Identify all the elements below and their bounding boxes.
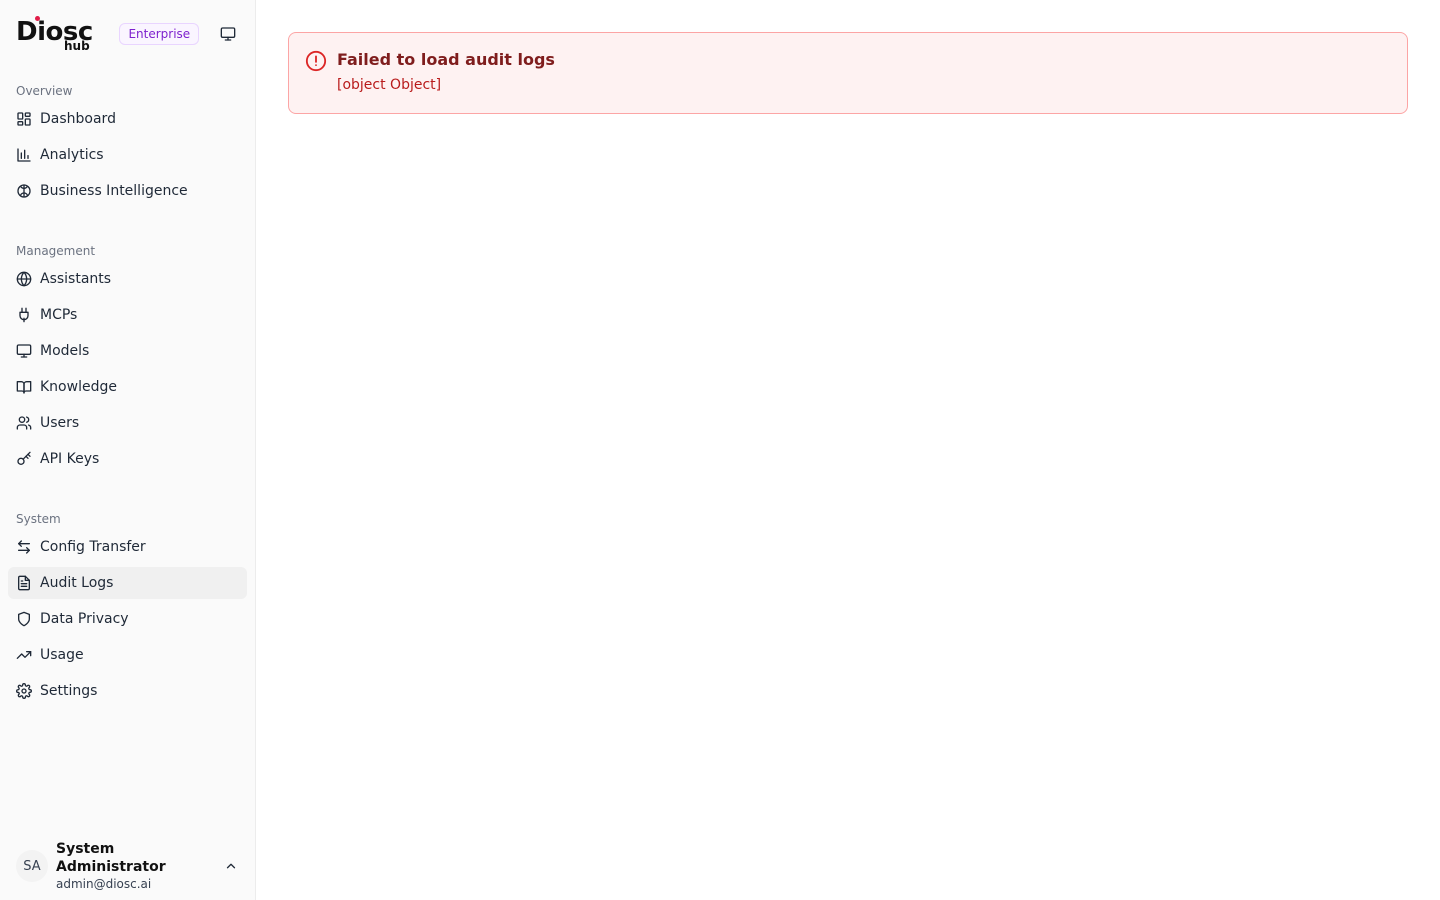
avatar: SA xyxy=(16,850,48,882)
nav-section-overview: Overview Dashboard Analytics Business In… xyxy=(0,81,255,211)
sidebar-item-label: API Keys xyxy=(40,451,100,467)
file-text-icon xyxy=(16,575,32,591)
layout-grid-icon xyxy=(16,111,32,127)
monitor-icon[interactable] xyxy=(217,23,239,45)
key-icon xyxy=(16,451,32,467)
edition-badge: Enterprise xyxy=(119,23,200,45)
globe-icon xyxy=(16,271,32,287)
chevron-up-icon xyxy=(223,858,239,874)
sidebar-item-data-privacy[interactable]: Data Privacy xyxy=(8,603,247,635)
brain-icon xyxy=(16,183,32,199)
sidebar-item-label: Settings xyxy=(40,683,98,699)
section-label-system: System xyxy=(16,512,61,526)
sidebar-item-label: Config Transfer xyxy=(40,539,146,555)
sidebar-item-label: Usage xyxy=(40,647,84,663)
gear-icon xyxy=(16,683,32,699)
user-info: System Administrator admin@diosc.ai xyxy=(56,840,223,892)
alert-title: Failed to load audit logs xyxy=(337,50,555,69)
sidebar-item-config-transfer[interactable]: Config Transfer xyxy=(8,531,247,563)
sidebar: Diosc hub Enterprise Overview Dashboard … xyxy=(0,0,256,900)
bar-chart-icon xyxy=(16,147,32,163)
logo[interactable]: Diosc hub xyxy=(16,16,93,53)
sidebar-item-label: Assistants xyxy=(40,271,112,287)
alert-message: [object Object] xyxy=(337,77,442,93)
sidebar-item-api-keys[interactable]: API Keys xyxy=(8,443,247,475)
sidebar-item-label: Analytics xyxy=(40,147,104,163)
alert-body: Failed to load audit logs [object Object… xyxy=(337,49,555,97)
users-icon xyxy=(16,415,32,431)
sidebar-item-assistants[interactable]: Assistants xyxy=(8,263,247,295)
sidebar-header: Diosc hub Enterprise xyxy=(0,0,255,68)
alert-circle-icon xyxy=(305,50,327,72)
user-name: System Administrator xyxy=(56,841,166,875)
sidebar-item-dashboard[interactable]: Dashboard xyxy=(8,103,247,135)
error-alert: Failed to load audit logs [object Object… xyxy=(288,32,1408,114)
sidebar-item-label: Users xyxy=(40,415,80,431)
sidebar-item-audit-logs[interactable]: Audit Logs xyxy=(8,567,247,599)
sidebar-item-label: Dashboard xyxy=(40,111,116,127)
arrows-left-right-icon xyxy=(16,539,32,555)
logo-dot xyxy=(35,16,40,21)
user-email: admin@diosc.ai xyxy=(56,877,152,891)
sidebar-item-analytics[interactable]: Analytics xyxy=(8,139,247,171)
sidebar-item-settings[interactable]: Settings xyxy=(8,675,247,707)
nav-section-system: System Config Transfer Audit Logs Data P… xyxy=(0,509,255,711)
shield-icon xyxy=(16,611,32,627)
sidebar-item-models[interactable]: Models xyxy=(8,335,247,367)
app-root: Diosc hub Enterprise Overview Dashboard … xyxy=(0,0,1440,900)
sidebar-item-label: Audit Logs xyxy=(40,575,114,591)
sidebar-item-users[interactable]: Users xyxy=(8,407,247,439)
sidebar-item-label: MCPs xyxy=(40,307,78,323)
sidebar-item-label: Knowledge xyxy=(40,379,117,395)
nav-section-management: Management Assistants MCPs Models Knowle… xyxy=(0,241,255,479)
main-content: Failed to load audit logs [object Object… xyxy=(256,0,1440,900)
sidebar-item-label: Data Privacy xyxy=(40,611,129,627)
trending-up-icon xyxy=(16,647,32,663)
sidebar-item-usage[interactable]: Usage xyxy=(8,639,247,671)
book-icon xyxy=(16,379,32,395)
sidebar-item-label: Models xyxy=(40,343,90,359)
section-label-overview: Overview xyxy=(16,84,73,98)
section-label-management: Management xyxy=(16,244,96,258)
logo-subtext: hub xyxy=(64,39,90,53)
user-menu-button[interactable]: SA System Administrator admin@diosc.ai xyxy=(8,841,247,891)
monitor-icon xyxy=(16,343,32,359)
sidebar-item-label: Business Intelligence xyxy=(40,183,188,199)
sidebar-item-business-intelligence[interactable]: Business Intelligence xyxy=(8,175,247,207)
sidebar-item-mcps[interactable]: MCPs xyxy=(8,299,247,331)
sidebar-item-knowledge[interactable]: Knowledge xyxy=(8,371,247,403)
plug-icon xyxy=(16,307,32,323)
